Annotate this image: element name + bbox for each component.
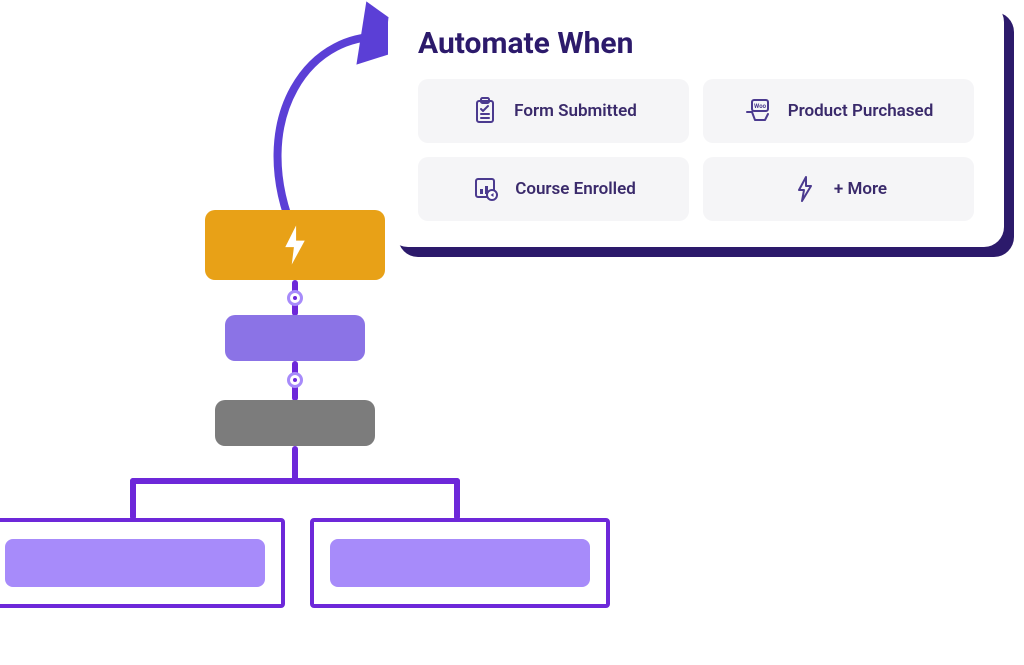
outcome-node-right[interactable] <box>310 518 610 608</box>
branch-line <box>130 478 136 520</box>
branch-line <box>454 478 460 520</box>
branch-line <box>130 478 460 484</box>
bolt-icon <box>282 225 308 265</box>
trigger-node[interactable] <box>205 210 385 280</box>
connector-dot <box>287 372 303 388</box>
clipboard-check-icon <box>470 96 500 126</box>
action-node-1[interactable] <box>225 315 365 361</box>
popup-options-grid: Form Submitted Woo Product Purchased <box>418 79 974 221</box>
condition-node[interactable] <box>215 400 375 446</box>
outcome-node-left[interactable] <box>0 518 285 608</box>
option-label: + More <box>834 179 887 199</box>
outcome-inner-bar <box>5 539 265 587</box>
option-course-enrolled[interactable]: Course Enrolled <box>418 157 689 221</box>
cart-icon: Woo <box>744 96 774 126</box>
option-label: Product Purchased <box>788 101 934 121</box>
connector-line <box>292 446 298 482</box>
automate-when-popup: Automate When Form Submitted Woo <box>388 2 1004 247</box>
svg-text:Woo: Woo <box>754 103 767 110</box>
option-form-submitted[interactable]: Form Submitted <box>418 79 689 143</box>
option-label: Form Submitted <box>514 101 637 121</box>
connector-dot <box>287 290 303 306</box>
option-more[interactable]: + More <box>703 157 974 221</box>
course-icon <box>471 174 501 204</box>
popup-title: Automate When <box>418 26 974 61</box>
option-label: Course Enrolled <box>515 179 636 199</box>
option-product-purchased[interactable]: Woo Product Purchased <box>703 79 974 143</box>
bolt-icon <box>790 174 820 204</box>
outcome-inner-bar <box>330 539 590 587</box>
